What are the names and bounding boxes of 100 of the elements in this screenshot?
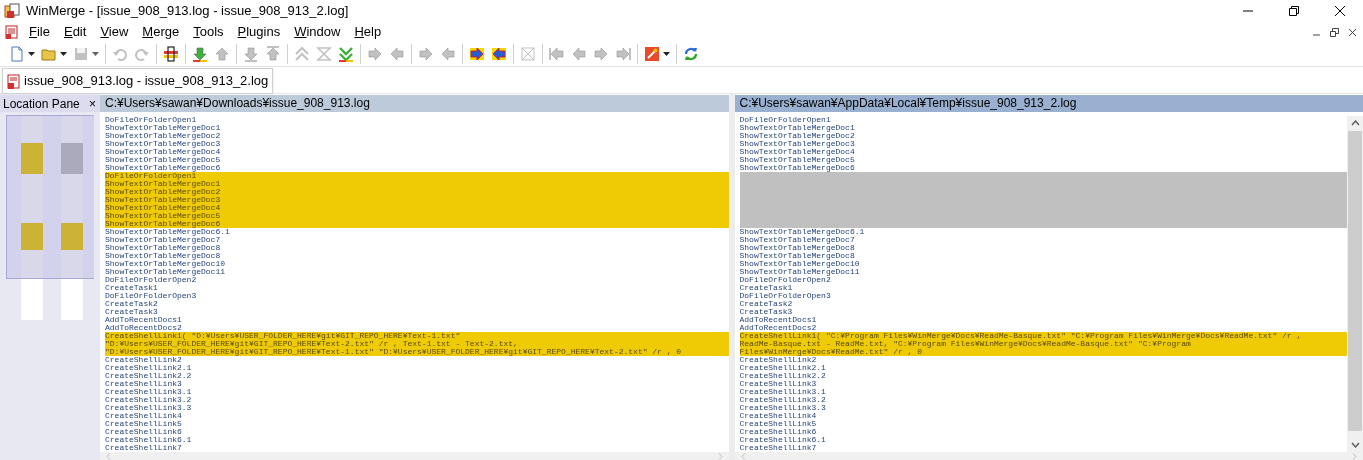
double-chevron-up-icon <box>294 46 310 62</box>
code-line: CreateShellLink3.3 <box>105 404 193 412</box>
code-line: CreateTask3 <box>739 308 794 316</box>
code-line: ShowTextOrTableMergeDoc6.1 <box>739 228 866 236</box>
horizontal-scrollbar[interactable] <box>100 452 729 460</box>
code-line: CreateTask1 <box>739 284 793 292</box>
chevron-right-icon[interactable] <box>717 452 723 460</box>
code-line: CreateShellLink2.2 <box>739 372 827 380</box>
chevron-left-icon[interactable] <box>106 452 111 460</box>
menu-item[interactable]: Tools <box>186 23 231 41</box>
code-line: CreateShellLink3.3 <box>739 404 827 412</box>
caret-icon <box>92 52 99 56</box>
code-line: CreateShellLink2.1 <box>739 364 827 372</box>
code-line: ShowTextOrTableMergeDoc2 <box>105 132 222 140</box>
code-line: ShowTextOrTableMergeDoc8 <box>105 252 221 260</box>
menu-item[interactable]: Window <box>287 23 348 41</box>
arrow-up-icon <box>265 46 281 62</box>
split-bar-icon <box>163 46 179 62</box>
hourglass-icon <box>316 46 332 62</box>
horizontal-scrollbar[interactable] <box>734 452 1363 460</box>
code-line: ShowTextOrTableMergeDoc5 <box>739 156 856 164</box>
close-icon[interactable] <box>1335 6 1345 16</box>
code-line: CreateShellLink3 <box>105 380 183 388</box>
code-line: CreateShellLink3.1 <box>105 388 193 396</box>
code-line: CreateShellLink2.1 <box>105 364 193 372</box>
code-line: CreateTask2 <box>105 300 158 308</box>
arrow-left-icon <box>571 46 587 62</box>
maximize-icon[interactable] <box>1289 6 1299 16</box>
file-path-header: C:¥Users¥sawan¥AppData¥Local¥Temp¥issue_908_913_2.log <box>734 95 1363 112</box>
chevron-right-icon[interactable] <box>1352 452 1357 460</box>
code-line: DoFileOrFolderOpen3 <box>105 292 198 300</box>
code-line: ShowTextOrTableMergeDoc1 <box>739 124 856 132</box>
menu-item[interactable]: File <box>22 23 57 41</box>
code-line: ShowTextOrTableMergeDoc2 <box>739 132 856 140</box>
code-line: ShowTextOrTableMergeDoc11 <box>105 268 227 276</box>
wrench-icon <box>644 46 660 62</box>
double-chevron-down-icon <box>338 46 354 62</box>
code-line: ShowTextOrTableMergeDoc6 <box>739 164 856 172</box>
arrow-left-icon <box>549 46 565 62</box>
new-document-icon <box>9 46 25 62</box>
code-line: CreateShellLink7 <box>739 444 818 452</box>
document-icon <box>7 73 20 89</box>
menu-item[interactable]: Plugins <box>230 23 288 41</box>
code-line: CreateShellLink2.2 <box>105 372 193 380</box>
code-line: CreateShellLink2 <box>739 356 817 364</box>
caret-icon <box>28 52 35 56</box>
chevron-up-icon[interactable] <box>1350 120 1360 126</box>
code-line: DoFileOrFolderOpen3 <box>739 292 832 300</box>
code-line: ShowTextOrTableMergeDoc1 <box>105 124 222 132</box>
arrow-right-icon <box>367 46 383 62</box>
undo-icon <box>112 46 128 62</box>
arrow-right-icon <box>418 46 434 62</box>
code-line: CreateShellLink3.1 <box>739 388 827 396</box>
chevron-down-icon[interactable] <box>1350 442 1360 448</box>
code-line: ShowTextOrTableMergeDoc7 <box>739 236 855 244</box>
document-icon[interactable] <box>5 25 19 39</box>
close-button[interactable]: × <box>89 97 96 110</box>
code-line: ShowTextOrTableMergeDoc6 <box>105 164 222 172</box>
document-tab[interactable]: issue_908_913.log - issue_908_913_2.log <box>2 68 274 93</box>
menu-item[interactable]: View <box>93 23 136 41</box>
arrow-left-icon <box>440 46 456 62</box>
code-line: ShowTextOrTableMergeDoc4 <box>105 148 222 156</box>
code-line: ShowTextOrTableMergeDoc5 <box>105 156 222 164</box>
arrow-right-icon <box>593 46 609 62</box>
close-icon[interactable] <box>1348 27 1357 37</box>
arrow-left-icon <box>389 46 405 62</box>
code-line: DoFileOrFolderOpen2 <box>739 276 831 284</box>
code-line: ShowTextOrTableMergeDoc4 <box>739 148 856 156</box>
restore-icon[interactable] <box>1330 27 1339 37</box>
scrollbar-thumb[interactable] <box>1348 131 1362 431</box>
code-line: CreateShellLink7 <box>105 444 183 452</box>
pane-title: Location Pane <box>3 97 80 110</box>
copy-left-icon <box>491 46 507 62</box>
code-line: ShowTextOrTableMergeDoc8 <box>739 252 855 260</box>
code-line: CreateShellLink6 <box>105 428 183 436</box>
merge-icon <box>520 46 536 62</box>
code-line: CreateShellLink4 <box>105 412 183 420</box>
code-line: AddToRecentDocs2 <box>105 324 183 332</box>
code-line: ShowTextOrTableMergeDoc3 <box>739 140 856 148</box>
code-line: CreateShellLink4 <box>739 412 818 420</box>
code-line: ShowTextOrTableMergeDoc8 <box>105 244 222 252</box>
vertical-scrollbar[interactable] <box>1347 116 1363 452</box>
caret-icon <box>663 52 670 56</box>
window-title: WinMerge - [issue_908_913.log - issue_908_913_2.log] <box>26 2 349 21</box>
file-path-header: C:¥Users¥sawan¥Downloads¥issue_908_913.log <box>100 95 729 112</box>
arrow-up-icon <box>214 46 230 62</box>
code-line: CreateShellLink6.1 <box>105 436 193 444</box>
arrow-down-icon <box>243 46 259 62</box>
code-line: ShowTextOrTableMergeDoc10 <box>105 260 227 268</box>
chevron-left-icon[interactable] <box>740 452 746 460</box>
menu-item[interactable]: Help <box>347 23 389 41</box>
menu-item[interactable]: Edit <box>56 23 94 41</box>
code-line: CreateShellLink3 <box>739 380 818 388</box>
code-line: CreateShellLink2 <box>105 356 182 364</box>
caret-icon <box>60 52 67 56</box>
menu-item[interactable]: Merge <box>135 23 187 41</box>
code-line: ShowTextOrTableMergeDoc7 <box>105 236 221 244</box>
code-line: CreateShellLink3.2 <box>739 396 827 404</box>
code-line: AddToRecentDocs1 <box>105 316 183 324</box>
code-line: CreateShellLink6 <box>739 428 818 436</box>
